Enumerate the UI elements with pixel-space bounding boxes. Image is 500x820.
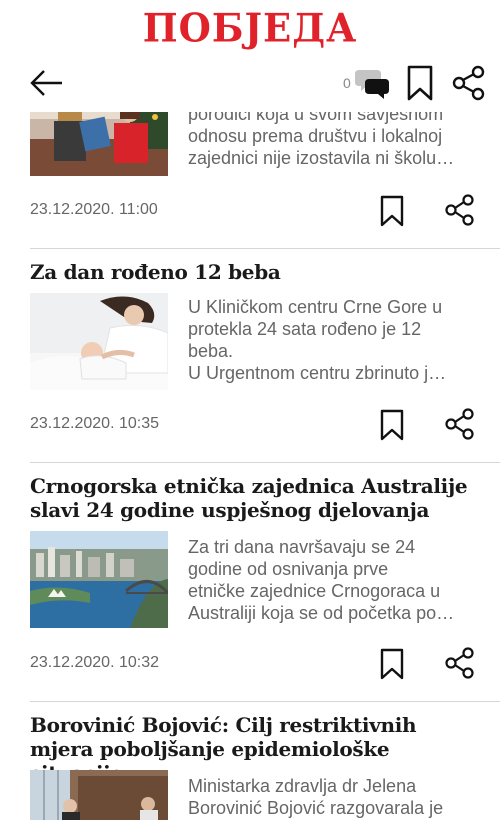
bookmark-button[interactable] — [378, 194, 406, 228]
divider — [30, 462, 500, 463]
app-header: ПОБЈЕДА 0 — [0, 0, 500, 112]
article-feed: porodici koja u svom savjesnom odnosu pr… — [0, 0, 500, 820]
bookmark-icon — [380, 648, 404, 680]
arrow-left-icon — [30, 70, 62, 96]
divider — [30, 701, 500, 702]
bookmark-button[interactable] — [378, 408, 406, 442]
article-thumbnail[interactable] — [30, 770, 168, 820]
back-button[interactable] — [22, 62, 68, 104]
article-excerpt: U Kliničkom centru Crne Gore u protekla … — [188, 297, 447, 383]
article-thumbnail[interactable] — [30, 293, 168, 390]
article-excerpt: Za tri dana navršavaju se 24 godine od o… — [188, 537, 455, 623]
share-button[interactable] — [444, 647, 476, 679]
share-icon — [445, 408, 474, 440]
bookmark-button[interactable] — [404, 64, 436, 102]
bookmark-icon — [380, 195, 404, 227]
article-date: 23.12.2020. 10:35 — [30, 415, 160, 432]
article-title[interactable]: Za dan rođeno 12 beba — [30, 260, 480, 284]
article-date: 23.12.2020. 10:32 — [30, 654, 160, 671]
comments-icon — [355, 70, 389, 99]
share-button[interactable] — [450, 64, 488, 102]
article-excerpt: Ministarka zdravlja dr Jelena Borovinić … — [188, 776, 444, 818]
article-excerpt: porodici koja u svom savjesnom odnosu pr… — [188, 104, 455, 168]
comment-count: 0 — [343, 75, 351, 91]
article-thumbnail[interactable] — [30, 531, 168, 628]
share-button[interactable] — [444, 408, 476, 440]
bookmark-button[interactable] — [378, 647, 406, 681]
share-icon — [445, 647, 474, 679]
brand-logo[interactable]: ПОБЈЕДА — [0, 5, 500, 51]
divider — [30, 248, 500, 249]
share-button[interactable] — [444, 194, 476, 226]
comments-button[interactable] — [355, 66, 391, 100]
share-icon — [445, 194, 474, 226]
bookmark-icon — [407, 65, 433, 101]
article-title[interactable]: Crnogorska etnička zajednica Australije … — [30, 474, 480, 522]
share-icon — [452, 65, 485, 101]
article-date: 23.12.2020. 11:00 — [30, 201, 158, 218]
bookmark-icon — [380, 409, 404, 441]
